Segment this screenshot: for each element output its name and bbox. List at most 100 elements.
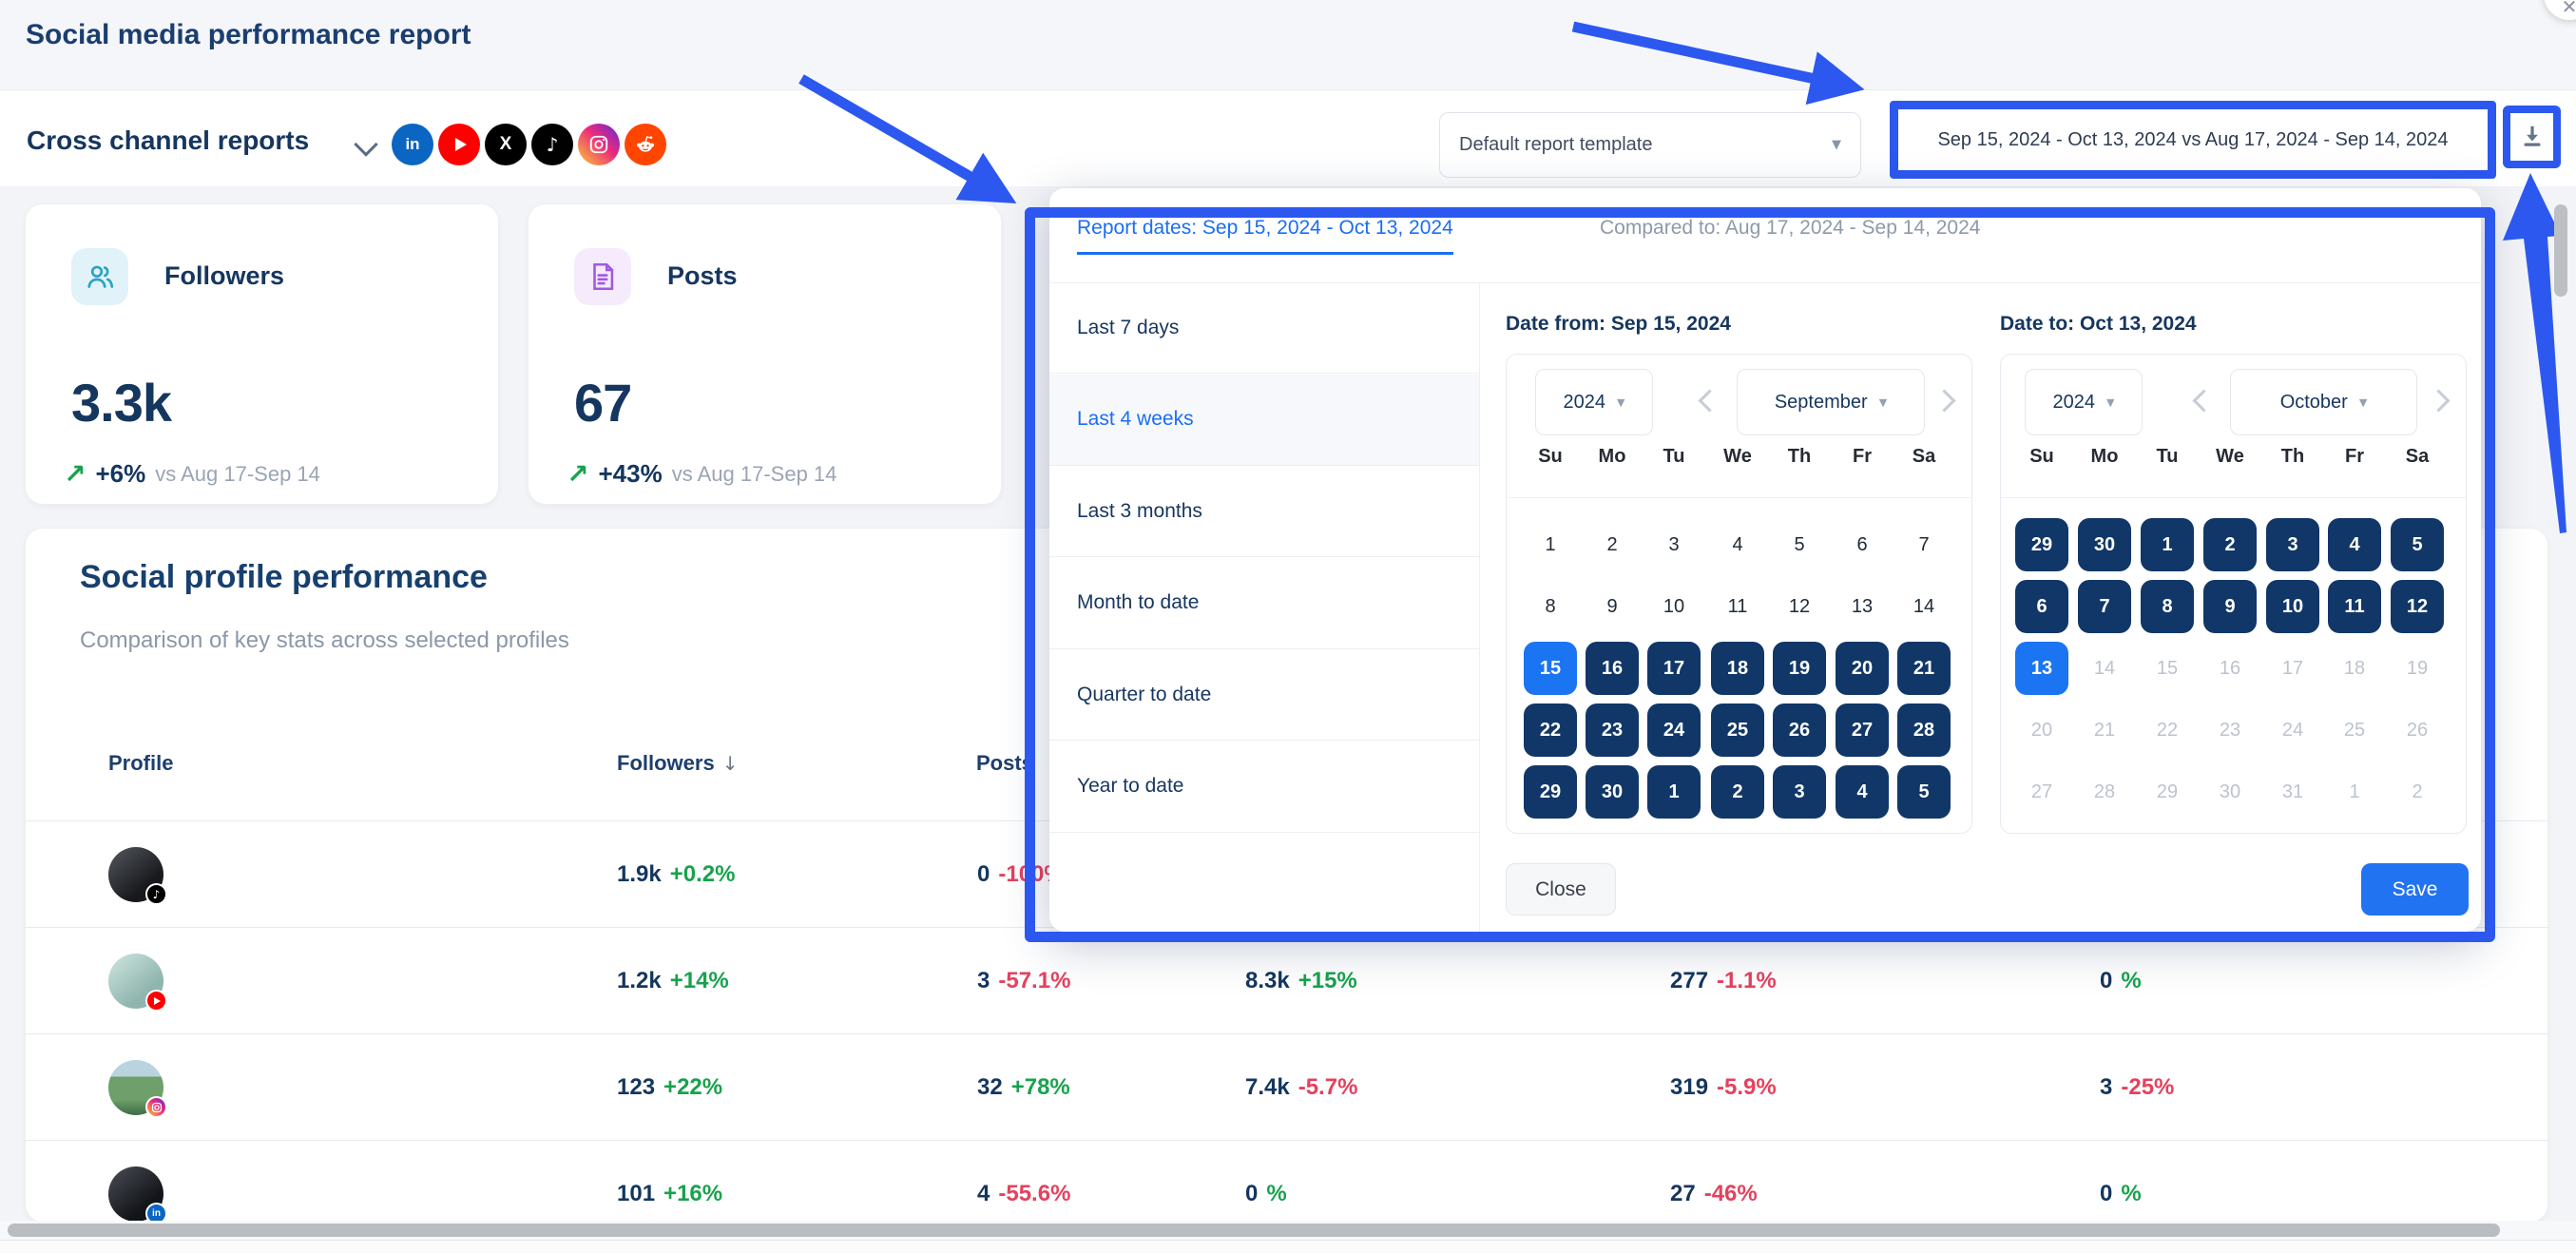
column-header-followers[interactable]: Followers↓ bbox=[617, 751, 738, 776]
calendar-day-5[interactable]: 5 bbox=[1773, 518, 1826, 571]
calendar-day-15[interactable]: 15 bbox=[1524, 642, 1577, 695]
calendar-day-1[interactable]: 1 bbox=[2328, 765, 2381, 819]
month-select[interactable]: October▼ bbox=[2230, 369, 2417, 435]
calendar-day-12[interactable]: 12 bbox=[1773, 580, 1826, 633]
calendar-day-30[interactable]: 30 bbox=[2078, 518, 2131, 571]
calendar-day-5[interactable]: 5 bbox=[2391, 518, 2444, 571]
profile-avatar-linkedin[interactable]: in bbox=[108, 1166, 163, 1222]
calendar-day-17[interactable]: 17 bbox=[2266, 642, 2319, 695]
calendar-day-29[interactable]: 29 bbox=[2141, 765, 2194, 819]
calendar-day-6[interactable]: 6 bbox=[1836, 518, 1889, 571]
column-header-posts[interactable]: Posts bbox=[976, 751, 1033, 776]
calendar-day-29[interactable]: 29 bbox=[2015, 518, 2068, 571]
column-header-profile[interactable]: Profile bbox=[108, 751, 173, 776]
calendar-day-12[interactable]: 12 bbox=[2391, 580, 2444, 633]
calendar-day-24[interactable]: 24 bbox=[2266, 704, 2319, 757]
calendar-day-2[interactable]: 2 bbox=[1711, 765, 1764, 819]
calendar-day-26[interactable]: 26 bbox=[1773, 704, 1826, 757]
calendar-day-13[interactable]: 13 bbox=[1836, 580, 1889, 633]
calendar-day-8[interactable]: 8 bbox=[2141, 580, 2194, 633]
profile-avatar-youtube[interactable] bbox=[108, 954, 163, 1009]
calendar-day-5[interactable]: 5 bbox=[1897, 765, 1951, 819]
preset-last-3-months[interactable]: Last 3 months bbox=[1049, 466, 1479, 557]
calendar-day-11[interactable]: 11 bbox=[2328, 580, 2381, 633]
calendar-day-7[interactable]: 7 bbox=[2078, 580, 2131, 633]
calendar-day-20[interactable]: 20 bbox=[1836, 642, 1889, 695]
calendar-day-4[interactable]: 4 bbox=[1836, 765, 1889, 819]
calendar-day-25[interactable]: 25 bbox=[2328, 704, 2381, 757]
calendar-day-17[interactable]: 17 bbox=[1647, 642, 1701, 695]
prev-month-icon[interactable] bbox=[1698, 389, 1721, 412]
calendar-day-8[interactable]: 8 bbox=[1524, 580, 1577, 633]
channel-button-reddit[interactable] bbox=[625, 124, 666, 165]
channel-button-x[interactable]: X bbox=[485, 124, 527, 165]
calendar-day-18[interactable]: 18 bbox=[1711, 642, 1764, 695]
channel-button-linkedin[interactable]: in bbox=[392, 124, 433, 165]
calendar-day-14[interactable]: 14 bbox=[1897, 580, 1951, 633]
calendar-day-31[interactable]: 31 bbox=[2266, 765, 2319, 819]
next-month-icon[interactable] bbox=[2427, 389, 2450, 412]
year-select[interactable]: 2024▼ bbox=[2025, 369, 2143, 435]
preset-quarter-to-date[interactable]: Quarter to date bbox=[1049, 649, 1479, 741]
calendar-day-4[interactable]: 4 bbox=[1711, 518, 1764, 571]
calendar-day-16[interactable]: 16 bbox=[1586, 642, 1639, 695]
vertical-scrollbar[interactable] bbox=[2554, 204, 2567, 297]
month-select[interactable]: September▼ bbox=[1737, 369, 1925, 435]
calendar-day-20[interactable]: 20 bbox=[2015, 704, 2068, 757]
profile-avatar-instagram[interactable] bbox=[108, 1060, 163, 1115]
calendar-day-29[interactable]: 29 bbox=[1524, 765, 1577, 819]
close-button[interactable]: Close bbox=[1506, 863, 1616, 916]
calendar-day-10[interactable]: 10 bbox=[2266, 580, 2319, 633]
calendar-day-21[interactable]: 21 bbox=[2078, 704, 2131, 757]
calendar-day-22[interactable]: 22 bbox=[1524, 704, 1577, 757]
calendar-day-30[interactable]: 30 bbox=[1586, 765, 1639, 819]
calendar-day-28[interactable]: 28 bbox=[2078, 765, 2131, 819]
calendar-day-3[interactable]: 3 bbox=[2266, 518, 2319, 571]
calendar-day-23[interactable]: 23 bbox=[1586, 704, 1639, 757]
calendar-day-1[interactable]: 1 bbox=[1524, 518, 1577, 571]
calendar-day-27[interactable]: 27 bbox=[1836, 704, 1889, 757]
preset-last-4-weeks[interactable]: Last 4 weeks bbox=[1049, 375, 1479, 466]
calendar-day-2[interactable]: 2 bbox=[2203, 518, 2257, 571]
report-group-selector[interactable]: Cross channel reports bbox=[27, 125, 309, 156]
channel-button-instagram[interactable] bbox=[578, 124, 620, 165]
calendar-day-11[interactable]: 11 bbox=[1711, 580, 1764, 633]
calendar-day-28[interactable]: 28 bbox=[1897, 704, 1951, 757]
calendar-day-16[interactable]: 16 bbox=[2203, 642, 2257, 695]
date-range-button[interactable]: Sep 15, 2024 - Oct 13, 2024 vs Aug 17, 2… bbox=[1890, 101, 2496, 179]
calendar-day-2[interactable]: 2 bbox=[2391, 765, 2444, 819]
calendar-day-3[interactable]: 3 bbox=[1773, 765, 1826, 819]
calendar-day-19[interactable]: 19 bbox=[1773, 642, 1826, 695]
year-select[interactable]: 2024▼ bbox=[1535, 369, 1653, 435]
calendar-day-21[interactable]: 21 bbox=[1897, 642, 1951, 695]
next-month-icon[interactable] bbox=[1932, 389, 1955, 412]
channel-button-youtube[interactable] bbox=[438, 124, 480, 165]
calendar-day-4[interactable]: 4 bbox=[2328, 518, 2381, 571]
profile-avatar-tiktok[interactable]: ♪ bbox=[108, 847, 163, 902]
calendar-day-27[interactable]: 27 bbox=[2015, 765, 2068, 819]
chevron-down-icon[interactable] bbox=[354, 132, 377, 156]
preset-last-7-days[interactable]: Last 7 days bbox=[1049, 282, 1479, 374]
calendar-day-24[interactable]: 24 bbox=[1647, 704, 1701, 757]
horizontal-scrollbar[interactable] bbox=[8, 1224, 2500, 1237]
calendar-day-14[interactable]: 14 bbox=[2078, 642, 2131, 695]
calendar-day-6[interactable]: 6 bbox=[2015, 580, 2068, 633]
calendar-day-15[interactable]: 15 bbox=[2141, 642, 2194, 695]
preset-year-to-date[interactable]: Year to date bbox=[1049, 742, 1479, 833]
calendar-day-10[interactable]: 10 bbox=[1647, 580, 1701, 633]
calendar-day-1[interactable]: 1 bbox=[1647, 765, 1701, 819]
calendar-day-30[interactable]: 30 bbox=[2203, 765, 2257, 819]
tab-compared-to[interactable]: Compared to: Aug 17, 2024 - Sep 14, 2024 bbox=[1600, 217, 1980, 240]
calendar-day-9[interactable]: 9 bbox=[1586, 580, 1639, 633]
calendar-day-9[interactable]: 9 bbox=[2203, 580, 2257, 633]
save-button[interactable]: Save bbox=[2361, 863, 2469, 916]
calendar-day-7[interactable]: 7 bbox=[1897, 518, 1951, 571]
calendar-day-1[interactable]: 1 bbox=[2141, 518, 2194, 571]
calendar-day-23[interactable]: 23 bbox=[2203, 704, 2257, 757]
calendar-day-19[interactable]: 19 bbox=[2391, 642, 2444, 695]
calendar-day-25[interactable]: 25 bbox=[1711, 704, 1764, 757]
download-report-button[interactable] bbox=[2503, 106, 2561, 168]
calendar-day-2[interactable]: 2 bbox=[1586, 518, 1639, 571]
template-select[interactable]: Default report template ▼ bbox=[1439, 112, 1861, 178]
calendar-day-26[interactable]: 26 bbox=[2391, 704, 2444, 757]
